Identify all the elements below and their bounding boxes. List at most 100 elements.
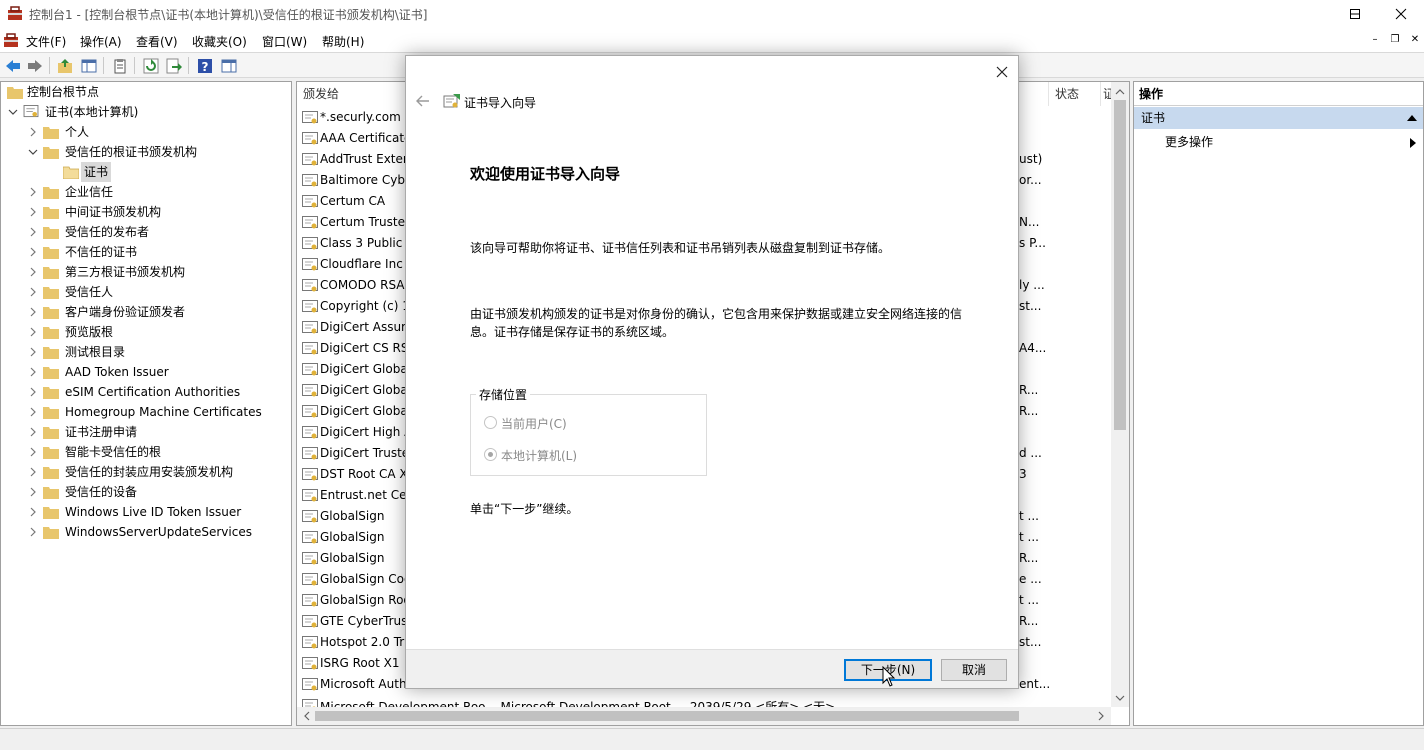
scroll-up-icon[interactable]: [1111, 85, 1129, 99]
radio-label: 本地计算机(L): [501, 449, 578, 463]
certificate-icon: [302, 258, 318, 271]
wizard-description-text: 由证书颁发机构颁发的证书是对你身份的确认，它包含用来保护数据或建立安全网络连接的…: [470, 307, 963, 339]
folder-up-icon: [58, 59, 72, 73]
close-window-button[interactable]: [1378, 0, 1424, 28]
close-icon[interactable]: [991, 62, 1013, 82]
back-button[interactable]: [3, 56, 23, 76]
certificate-store-icon: [23, 105, 39, 118]
cell-truncated: A4...: [1019, 341, 1047, 355]
vertical-scroll-thumb[interactable]: [1114, 100, 1126, 430]
cell-issued-to: ISRG Root X1: [320, 656, 400, 670]
certificate-icon: [302, 636, 318, 649]
chevron-right-icon[interactable]: [27, 242, 39, 262]
more-actions-item[interactable]: 更多操作: [1165, 132, 1213, 152]
certificate-icon: [302, 216, 318, 229]
action-section-certificates[interactable]: 证书: [1134, 107, 1423, 129]
cell-issued-to: Copyright (c) 1: [320, 299, 410, 313]
menu-action[interactable]: 操作(A): [80, 33, 122, 50]
menu-view[interactable]: 查看(V): [136, 33, 178, 50]
cell-issued-to: COMODO RSA: [320, 278, 405, 292]
up-one-level-button[interactable]: [55, 56, 75, 76]
scroll-left-icon[interactable]: [300, 707, 314, 725]
certificate-icon: [302, 111, 318, 124]
chevron-right-icon[interactable]: [27, 342, 39, 362]
horizontal-scrollbar[interactable]: [297, 707, 1111, 725]
scroll-down-icon[interactable]: [1111, 691, 1129, 705]
folder-icon: [43, 187, 59, 199]
cell-truncated: e ...: [1019, 572, 1042, 586]
cell-issued-to: GlobalSign Coo: [320, 572, 412, 586]
chevron-right-icon[interactable]: [27, 322, 39, 342]
cell-truncated: R...: [1019, 551, 1039, 565]
chevron-down-icon[interactable]: [27, 142, 39, 162]
cell-issued-to: *.securly.com: [320, 110, 401, 124]
cell-truncated: ust): [1019, 152, 1043, 166]
folder-icon: [43, 227, 59, 239]
chevron-right-icon[interactable]: [27, 462, 39, 482]
export-list-button[interactable]: [164, 56, 184, 76]
certificate-icon: [302, 321, 318, 334]
folder-icon: [7, 87, 23, 99]
chevron-right-icon[interactable]: [27, 222, 39, 242]
certificate-icon: [302, 594, 318, 607]
refresh-button[interactable]: [141, 56, 161, 76]
tree-node-label: 测试根目录: [65, 345, 126, 359]
column-header-status[interactable]: 状态: [1049, 82, 1101, 106]
svg-text:?: ?: [202, 60, 209, 74]
child-close-button[interactable]: ✕: [1406, 32, 1424, 48]
chevron-right-icon[interactable]: [27, 122, 39, 142]
console-tree-icon: [81, 59, 97, 73]
chevron-right-icon[interactable]: [27, 282, 39, 302]
show-hide-action-pane-button[interactable]: [219, 56, 239, 76]
certificate-icon: [302, 510, 318, 523]
certificate-icon: [302, 426, 318, 439]
menu-window[interactable]: 窗口(W): [262, 33, 307, 50]
child-restore-button[interactable]: ❐: [1386, 32, 1404, 48]
certificate-icon: [302, 489, 318, 502]
tree-node-label: Homegroup Machine Certificates: [65, 405, 262, 419]
properties-button[interactable]: [110, 56, 130, 76]
caret-right-icon[interactable]: [1410, 138, 1416, 148]
help-button[interactable]: ?: [195, 56, 215, 76]
tree-node-label: WindowsServerUpdateServices: [65, 525, 252, 539]
menu-help[interactable]: 帮助(H): [322, 33, 364, 50]
cancel-button[interactable]: 取消: [941, 659, 1007, 681]
menu-favorites[interactable]: 收藏夹(O): [192, 33, 247, 50]
cell-truncated: t ...: [1019, 530, 1039, 544]
horizontal-scroll-thumb[interactable]: [315, 711, 1019, 721]
chevron-right-icon[interactable]: [27, 402, 39, 422]
folder-icon: [43, 367, 59, 379]
chevron-right-icon[interactable]: [27, 502, 39, 522]
action-pane-icon: [221, 59, 237, 73]
chevron-right-icon[interactable]: [27, 522, 39, 542]
arrow-left-icon[interactable]: [414, 93, 432, 109]
menu-file[interactable]: 文件(F): [26, 33, 66, 50]
chevron-down-icon[interactable]: [7, 102, 19, 122]
mmc-window: 控制台1 - [控制台根节点\证书(本地计算机)\受信任的根证书颁发机构\证书]…: [0, 0, 1424, 750]
tree-node-label: 第三方根证书颁发机构: [65, 265, 186, 279]
child-window-icon[interactable]: [3, 32, 19, 48]
chevron-right-icon[interactable]: [27, 482, 39, 502]
caret-up-icon[interactable]: [1407, 114, 1417, 122]
folder-icon: [43, 307, 59, 319]
chevron-right-icon[interactable]: [27, 262, 39, 282]
forward-button[interactable]: [25, 56, 45, 76]
chevron-right-icon[interactable]: [27, 422, 39, 442]
cell-issued-to: DigiCert CS RSA: [320, 341, 417, 355]
chevron-right-icon[interactable]: [27, 382, 39, 402]
wizard-intro-text: 该向导可帮助你将证书、证书信任列表和证书吊销列表从磁盘复制到证书存储。: [470, 241, 891, 255]
chevron-right-icon[interactable]: [27, 442, 39, 462]
close-icon: [1395, 8, 1407, 20]
certificate-icon: [302, 132, 318, 145]
chevron-right-icon[interactable]: [27, 362, 39, 382]
scroll-right-icon[interactable]: [1094, 707, 1108, 725]
radio-circle: [484, 416, 497, 429]
chevron-right-icon[interactable]: [27, 202, 39, 222]
show-hide-tree-button[interactable]: [79, 56, 99, 76]
more-actions-label: 更多操作: [1165, 135, 1214, 149]
tree-node-label: 智能卡受信任的根: [65, 445, 162, 459]
child-minimize-button[interactable]: –: [1366, 32, 1384, 48]
chevron-right-icon[interactable]: [27, 182, 39, 202]
vertical-scrollbar[interactable]: [1111, 82, 1129, 707]
chevron-right-icon[interactable]: [27, 302, 39, 322]
